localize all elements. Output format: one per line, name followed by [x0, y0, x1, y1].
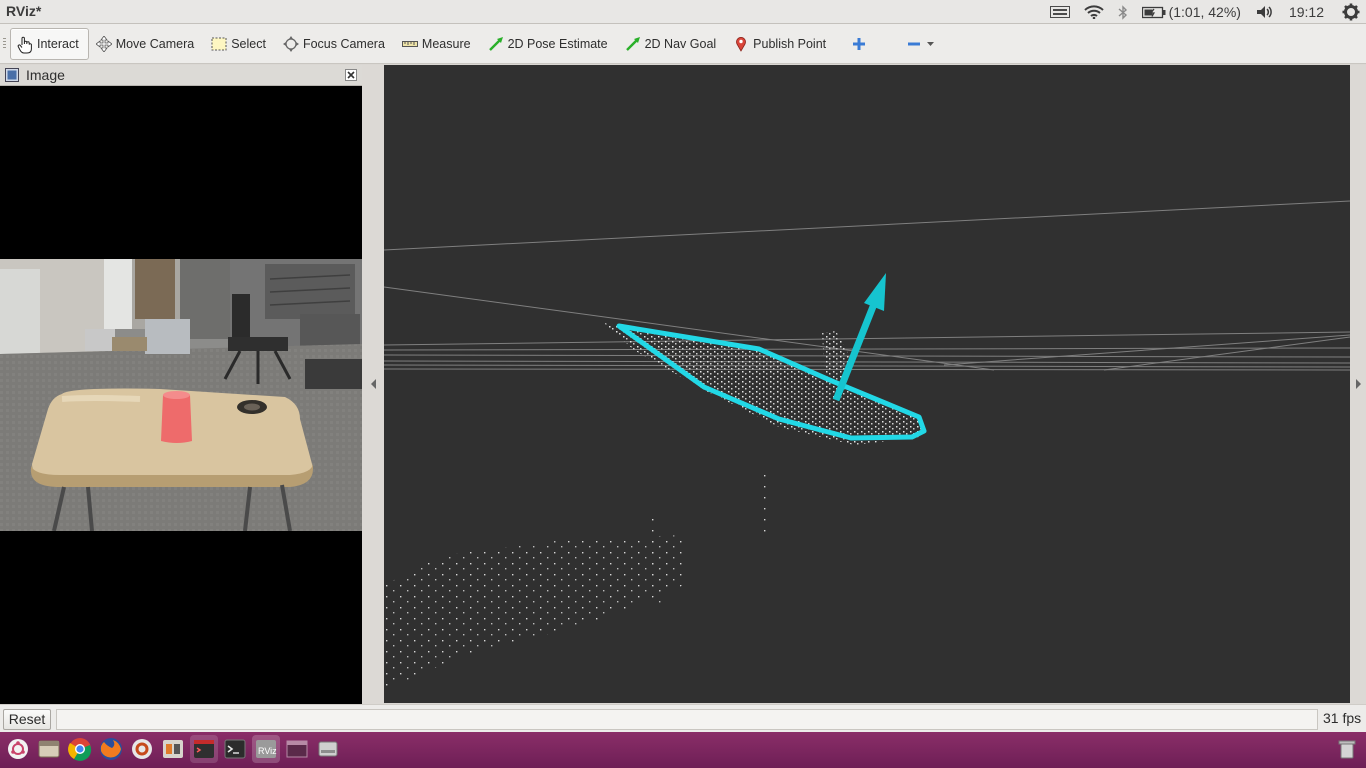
hand-pointer-icon — [17, 36, 33, 53]
fps-readout: 31 fps — [1323, 710, 1362, 726]
tool-focus-camera[interactable]: Focus Camera — [276, 28, 395, 60]
3d-viewport[interactable] — [384, 65, 1350, 703]
green-arrow-icon — [488, 36, 504, 52]
focus-crosshair-icon — [282, 35, 299, 52]
tool-2d-pose-estimate[interactable]: 2D Pose Estimate — [481, 28, 618, 60]
battery-label: (1:01, 42%) — [1168, 4, 1241, 20]
move-camera-icon — [95, 34, 113, 53]
collapse-left-icon[interactable] — [371, 379, 377, 389]
select-box-icon — [211, 36, 227, 52]
tool-label: Focus Camera — [302, 36, 385, 51]
tool-publish-point[interactable]: Publish Point — [726, 28, 836, 60]
drive-icon[interactable] — [314, 735, 342, 763]
tool-interact[interactable]: Interact — [10, 27, 89, 60]
camera-image — [0, 259, 362, 531]
right-panel-splitter[interactable] — [1350, 65, 1366, 704]
tool-select[interactable]: Select — [204, 28, 276, 60]
gear-icon[interactable] — [1342, 3, 1360, 21]
ubuntu-dash-icon[interactable] — [4, 735, 32, 763]
image-panel: Image — [0, 65, 362, 704]
files-icon[interactable] — [35, 735, 63, 763]
tool-2d-nav-goal[interactable]: 2D Nav Goal — [618, 28, 727, 60]
wifi-icon[interactable] — [1083, 5, 1104, 19]
tool-measure[interactable]: Measure — [395, 28, 481, 60]
green-arrow-icon — [625, 36, 641, 52]
tool-move-camera[interactable]: Move Camera — [89, 28, 205, 60]
close-icon[interactable] — [345, 69, 357, 81]
map-pin-icon — [733, 36, 749, 52]
svg-text:RViz: RViz — [258, 746, 277, 756]
toolbar-grip[interactable] — [3, 38, 6, 50]
rviz-icon[interactable]: RViz — [252, 735, 280, 763]
tool-label: 2D Pose Estimate — [507, 36, 608, 51]
rviz-toolbar: Interact Move Camera Select Focus Camera… — [0, 24, 1366, 64]
status-message-field — [56, 709, 1318, 730]
plus-icon — [851, 36, 867, 52]
panel-splitter[interactable] — [362, 65, 384, 704]
table-point-cloud — [604, 323, 924, 445]
app-icon[interactable] — [159, 735, 187, 763]
battery-indicator[interactable]: (1:01, 42%) — [1141, 4, 1241, 20]
tool-label: Move Camera — [115, 36, 195, 51]
chrome-icon[interactable] — [66, 735, 94, 763]
add-tool-button[interactable] — [844, 28, 881, 60]
system-tray: (1:01, 42%) 19:12 — [1049, 0, 1366, 24]
image-panel-title: Image — [26, 67, 65, 83]
trash-icon[interactable] — [1333, 735, 1361, 763]
tool-label: Publish Point — [753, 36, 827, 51]
minus-icon — [906, 36, 922, 52]
chevron-down-icon[interactable] — [926, 37, 935, 51]
reset-button[interactable]: Reset — [3, 709, 51, 730]
window-title: RViz* — [6, 3, 42, 19]
tool-label: 2D Nav Goal — [644, 36, 717, 51]
launcher-bar: RViz — [0, 732, 1366, 768]
ruler-icon — [401, 36, 418, 52]
clock[interactable]: 19:12 — [1289, 4, 1324, 20]
bluetooth-icon[interactable] — [1118, 4, 1128, 20]
volume-icon[interactable] — [1255, 5, 1275, 19]
status-bar: Reset 31 fps — [0, 704, 1366, 732]
tool-label: Measure — [421, 36, 471, 51]
image-panel-icon — [5, 68, 19, 82]
floor-point-cloud — [384, 535, 684, 690]
terminal-icon[interactable] — [221, 735, 249, 763]
keyboard-icon[interactable] — [1049, 6, 1070, 18]
top-panel: RViz* (1:01, 42%) 19:12 — [0, 0, 1366, 24]
battery-icon — [1141, 6, 1166, 18]
collapse-right-icon[interactable] — [1356, 379, 1362, 389]
image-panel-header[interactable]: Image — [0, 65, 362, 86]
terminal-red-icon[interactable] — [190, 735, 218, 763]
remove-tool-button[interactable] — [899, 28, 945, 60]
grid-lines — [384, 200, 1350, 371]
window-icon[interactable] — [283, 735, 311, 763]
tool-label: Select — [231, 36, 266, 51]
plane-normal-arrow — [832, 273, 886, 402]
tool-label: Interact — [37, 36, 79, 51]
settings-icon[interactable] — [128, 735, 156, 763]
firefox-icon[interactable] — [97, 735, 125, 763]
